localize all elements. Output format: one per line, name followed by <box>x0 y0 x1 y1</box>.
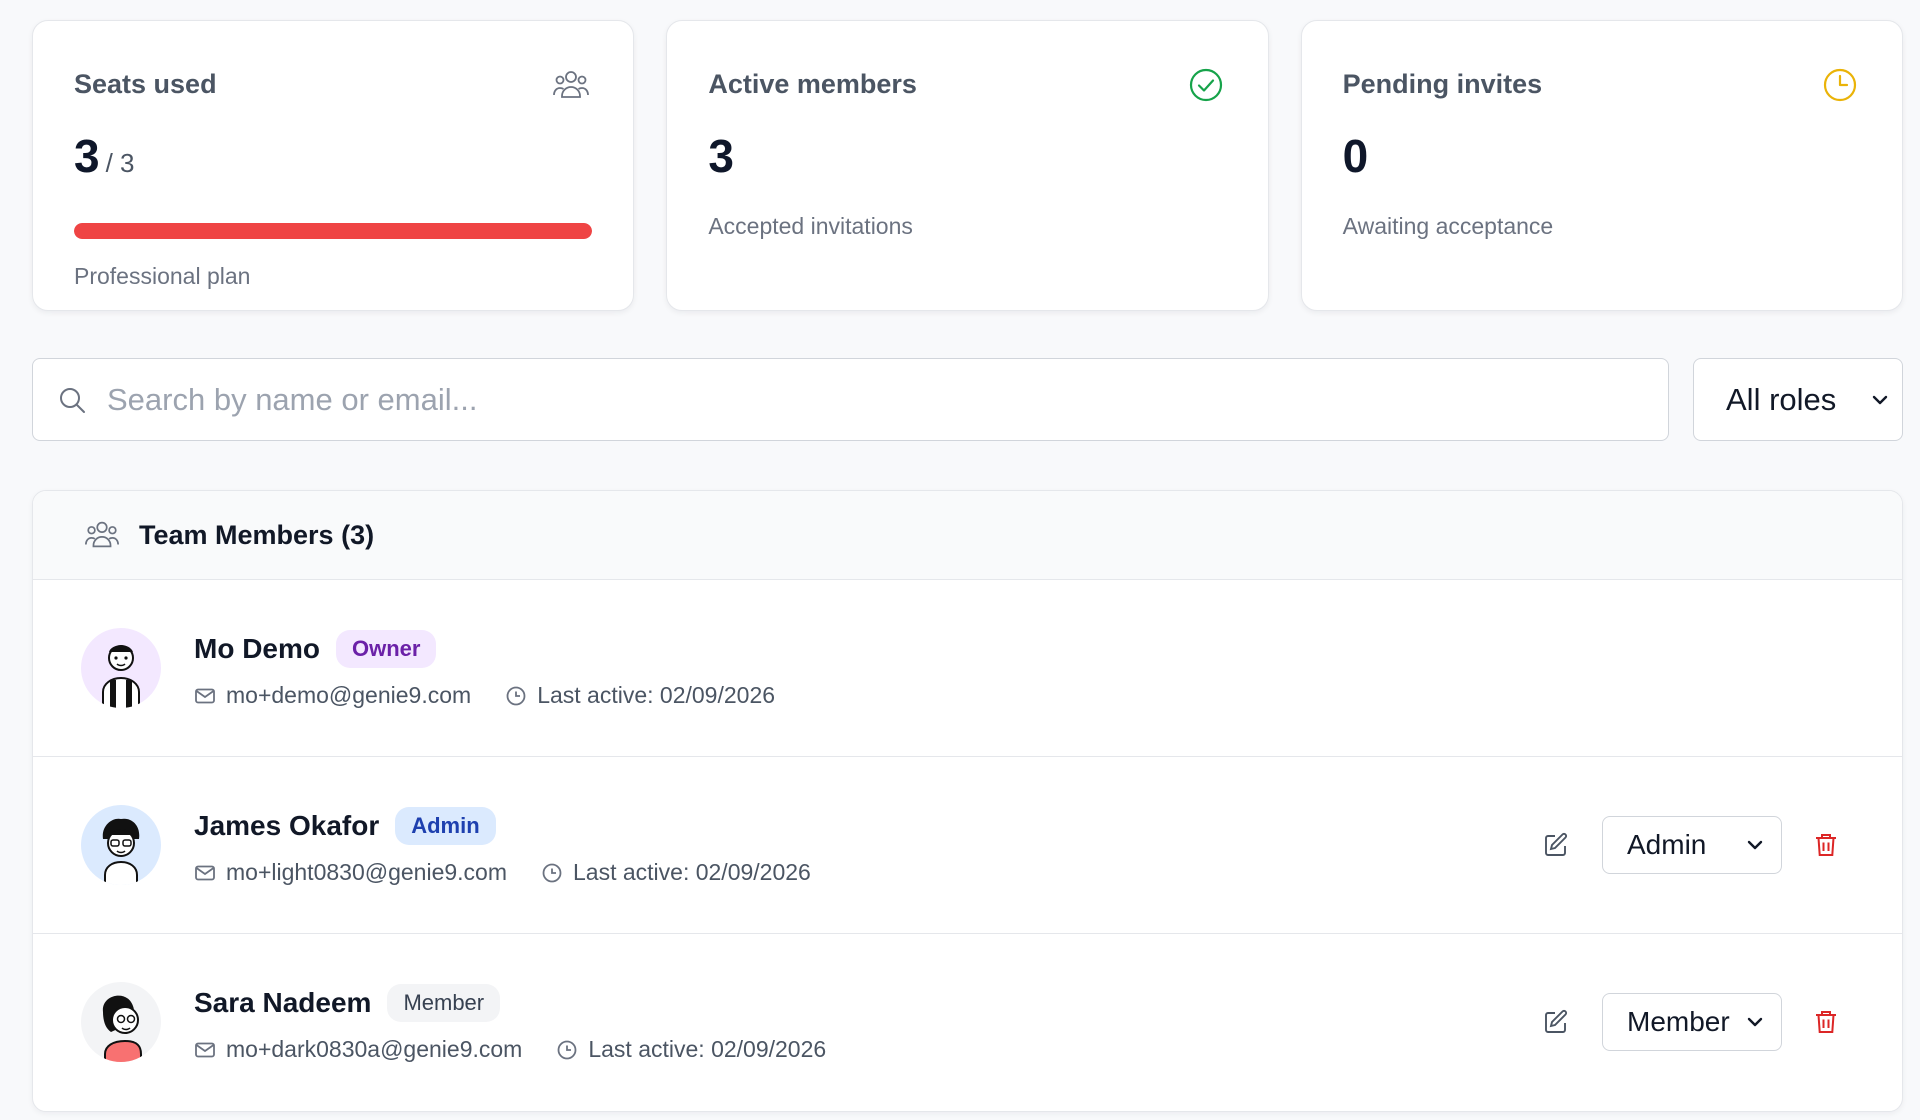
clock-icon <box>1823 68 1857 102</box>
search-input[interactable] <box>107 381 1668 418</box>
card-title: Seats used <box>74 69 217 99</box>
role-badge: Admin <box>395 807 496 845</box>
member-email: mo+light0830@genie9.com <box>226 859 507 885</box>
edit-icon <box>1545 833 1567 856</box>
member-email: mo+demo@genie9.com <box>226 682 472 708</box>
search-icon <box>60 387 85 413</box>
member-row: Mo Demo Owner mo+demo@genie9.com Last ac… <box>33 580 1902 757</box>
plan-label: Professional plan <box>74 263 251 289</box>
avatar <box>81 982 161 1062</box>
pending-invites-caption: Awaiting acceptance <box>1342 213 1554 239</box>
mail-icon <box>195 865 215 880</box>
clock-icon <box>542 863 562 882</box>
delete-member-button[interactable] <box>1808 1004 1844 1040</box>
seats-progress-fill <box>74 223 593 239</box>
member-role-value: Member <box>1627 1006 1730 1037</box>
role-filter-value: All roles <box>1726 381 1837 417</box>
member-name-line: James Okafor Admin <box>194 807 496 845</box>
check-circle-icon <box>1189 68 1222 102</box>
search-box[interactable] <box>32 358 1669 441</box>
member-row: Sara Nadeem Member mo+dark0830a@genie9.c… <box>33 934 1902 1111</box>
edit-icon <box>1545 1010 1567 1033</box>
seats-total: / 3 <box>105 148 135 178</box>
trash-icon <box>1816 834 1836 856</box>
member-role-value: Admin <box>1627 829 1707 860</box>
member-name-line: Sara Nadeem Member <box>194 984 501 1022</box>
edit-member-button[interactable] <box>1538 1004 1574 1040</box>
active-members-caption: Accepted invitations <box>708 213 913 239</box>
delete-member-button[interactable] <box>1808 827 1844 863</box>
member-last-active: Last active: 02/09/2026 <box>573 859 811 885</box>
avatar <box>81 628 161 708</box>
member-role-select[interactable]: Admin <box>1602 816 1782 874</box>
seats-progress-bar <box>74 223 593 239</box>
member-meta: mo+dark0830a@genie9.com Last active: 02/… <box>194 1036 826 1063</box>
panel-title: Team Members (3) <box>139 519 375 550</box>
pending-invites-card: Pending invites 0 Awaiting acceptance <box>1300 20 1903 311</box>
users-icon <box>84 521 120 548</box>
trash-icon <box>1816 1011 1836 1033</box>
users-icon <box>553 71 590 98</box>
mail-icon <box>195 1042 215 1057</box>
toolbar: All roles <box>32 358 1903 441</box>
member-role-select[interactable]: Member <box>1602 993 1782 1051</box>
member-actions: Admin <box>1538 816 1844 874</box>
role-filter-select[interactable]: All roles <box>1693 358 1903 441</box>
role-badge: Member <box>387 984 501 1022</box>
card-title: Pending invites <box>1342 69 1543 99</box>
chevron-down-icon <box>1747 840 1763 850</box>
team-members-panel: Team Members (3) Mo Demo Owner mo+demo@g… <box>32 490 1903 1112</box>
member-last-active: Last active: 02/09/2026 <box>588 1036 827 1062</box>
member-actions: Member <box>1538 993 1844 1051</box>
chevron-down-icon <box>1747 1017 1763 1027</box>
member-last-active: Last active: 02/09/2026 <box>537 682 776 708</box>
active-members-card: Active members 3 Accepted invitations <box>666 20 1269 311</box>
edit-member-button[interactable] <box>1538 827 1574 863</box>
member-meta: mo+light0830@genie9.com Last active: 02/… <box>194 859 811 886</box>
pending-invites-value: 0 <box>1342 130 1369 182</box>
member-name: Mo Demo <box>194 633 320 664</box>
card-title: Active members <box>708 69 917 99</box>
role-badge: Owner <box>336 630 437 668</box>
member-email: mo+dark0830a@genie9.com <box>226 1036 523 1062</box>
chevron-down-icon <box>1872 395 1888 404</box>
member-name: Sara Nadeem <box>194 987 372 1018</box>
stats-row: Seats used 3/ 3 Professional plan Active… <box>32 20 1903 311</box>
clock-icon <box>557 1040 577 1059</box>
member-name-line: Mo Demo Owner <box>194 630 437 668</box>
avatar <box>81 805 161 885</box>
clock-icon <box>506 686 526 705</box>
seats-value: 3/ 3 <box>74 130 135 182</box>
member-row: James Okafor Admin mo+light0830@genie9.c… <box>33 757 1902 934</box>
seats-used-card: Seats used 3/ 3 Professional plan <box>32 20 635 311</box>
active-members-value: 3 <box>708 130 734 182</box>
mail-icon <box>195 688 215 703</box>
member-meta: mo+demo@genie9.com Last active: 02/09/20… <box>194 682 775 709</box>
panel-header: Team Members (3) <box>33 491 1902 580</box>
member-name: James Okafor <box>194 810 380 841</box>
